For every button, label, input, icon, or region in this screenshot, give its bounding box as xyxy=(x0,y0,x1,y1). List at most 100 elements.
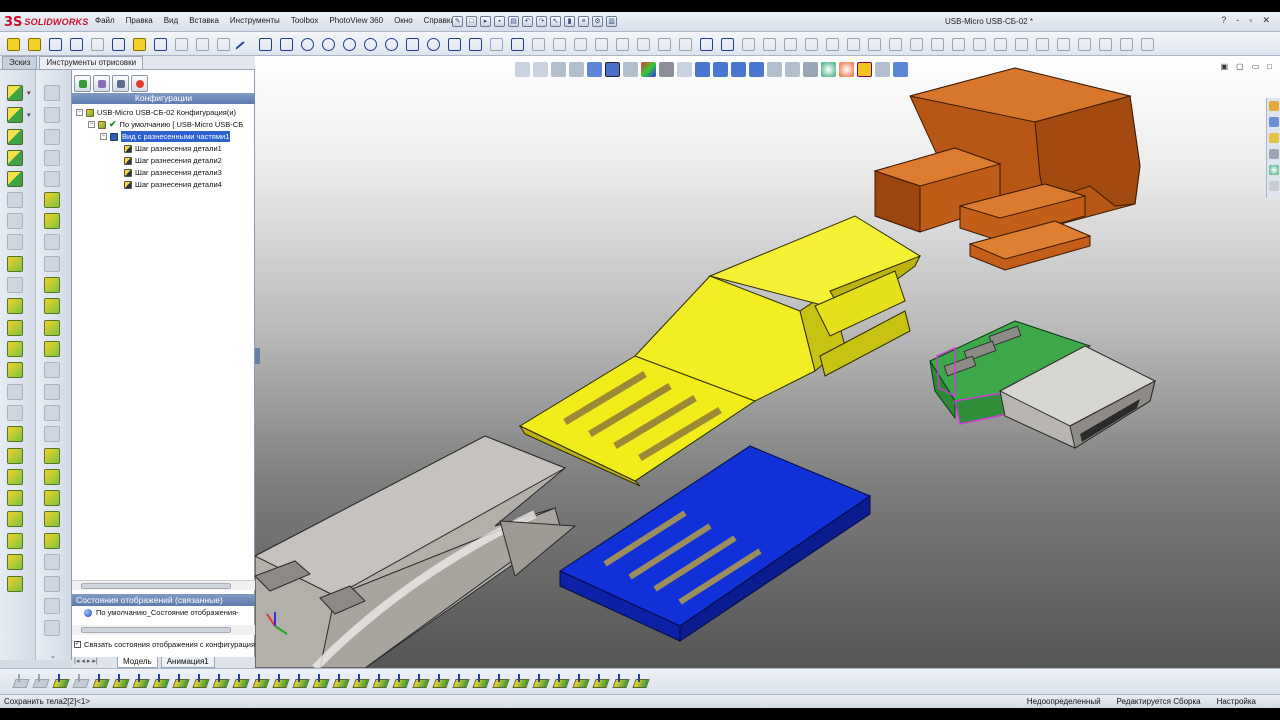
display-state-item[interactable]: По умолчанию_Состояние отображения- xyxy=(84,608,239,617)
intersection-curve-icon[interactable] xyxy=(592,35,609,52)
collapse-icon[interactable]: − xyxy=(76,109,83,116)
maximize-button[interactable]: ▫ xyxy=(1249,15,1252,26)
circular-pattern-icon[interactable] xyxy=(739,35,756,52)
ellipse-icon[interactable] xyxy=(382,35,399,52)
extruded-boss-icon[interactable] xyxy=(44,85,60,101)
pin-icon[interactable]: ✎ xyxy=(452,16,463,27)
chevron-down-icon[interactable]: ▾ xyxy=(27,89,31,97)
link-display-states-option[interactable]: ✓ Связать состояния отображения с конфиг… xyxy=(74,640,255,649)
convert-entities-icon[interactable] xyxy=(571,35,588,52)
menu-window[interactable]: Окно xyxy=(394,16,413,25)
lofted-boss-icon[interactable] xyxy=(44,150,60,166)
tab-sketch[interactable]: Эскиз xyxy=(2,56,38,69)
section-properties-icon[interactable] xyxy=(7,490,23,506)
select-icon[interactable]: ↖ xyxy=(550,16,561,27)
last-tab-icon[interactable]: ▸| xyxy=(92,657,97,667)
curve-through-points-icon[interactable] xyxy=(949,35,966,52)
arc-icon[interactable] xyxy=(298,35,315,52)
filter-connection-points-icon[interactable] xyxy=(532,673,549,690)
filter-toggle-icon[interactable] xyxy=(32,673,49,690)
tree-item-explode-step[interactable]: Шаг разнесения детали2 xyxy=(124,155,222,166)
filter-axes-icon[interactable] xyxy=(192,673,209,690)
helix-icon[interactable] xyxy=(970,35,987,52)
menu-insert[interactable]: Вставка xyxy=(189,16,219,25)
3d-sketch-icon[interactable] xyxy=(25,35,42,52)
coordinate-system-icon[interactable] xyxy=(44,598,60,614)
swept-cut-icon[interactable] xyxy=(44,234,60,250)
line-icon[interactable] xyxy=(235,35,252,52)
rectangle-icon[interactable] xyxy=(256,35,273,52)
hole-alignment-icon[interactable] xyxy=(7,426,23,442)
relations-icon[interactable] xyxy=(67,35,84,52)
clearance-verification-icon[interactable] xyxy=(7,405,23,421)
filter-midpoints-icon[interactable] xyxy=(272,673,289,690)
new-document-icon[interactable]: □ xyxy=(466,16,477,27)
hole-wizard-icon[interactable] xyxy=(44,192,60,208)
filter-sketch-points-icon[interactable] xyxy=(232,673,249,690)
sketch-picture-icon[interactable] xyxy=(823,35,840,52)
help-icon[interactable]: ? xyxy=(1221,15,1226,26)
scale-entities-icon[interactable] xyxy=(802,35,819,52)
first-tab-icon[interactable]: |◂ xyxy=(74,657,79,667)
filter-surface-bodies-icon[interactable] xyxy=(152,673,169,690)
filter-faces-icon[interactable] xyxy=(132,673,149,690)
filter-routing-points-icon[interactable] xyxy=(552,673,569,690)
smart-fasteners-icon[interactable] xyxy=(7,171,23,187)
move-entities-icon[interactable] xyxy=(760,35,777,52)
linear-pattern-feature-icon[interactable] xyxy=(44,298,60,314)
filter-datum-targets-icon[interactable] xyxy=(452,673,469,690)
solidworks-logo[interactable]: 3S SOLIDWORKS xyxy=(4,14,88,30)
move-component-icon[interactable] xyxy=(7,192,23,208)
orange-housing-part[interactable] xyxy=(873,67,1141,271)
filter-dowel-pin-icon[interactable] xyxy=(512,673,529,690)
print-icon[interactable]: ▤ xyxy=(508,16,519,27)
insert-components-icon[interactable] xyxy=(7,85,23,101)
polygon-icon[interactable] xyxy=(340,35,357,52)
selection-filter-icon[interactable] xyxy=(52,673,69,690)
tree-item-explode-step[interactable]: Шаг разнесения детали4 xyxy=(124,179,222,190)
link-display-states-checkbox[interactable]: ✓ xyxy=(74,641,81,648)
yellow-housing-part[interactable] xyxy=(518,215,922,487)
wrap-icon[interactable] xyxy=(44,384,60,400)
performance-evaluation-icon[interactable] xyxy=(7,533,23,549)
filter-vertices-icon[interactable] xyxy=(92,673,109,690)
spline-icon[interactable] xyxy=(424,35,441,52)
composite-curve-icon[interactable] xyxy=(44,533,60,549)
mirror-entities-icon[interactable] xyxy=(697,35,714,52)
explode-line-sketch-icon[interactable] xyxy=(7,362,23,378)
filter-datum-features-icon[interactable] xyxy=(412,673,429,690)
filter-dimensions-icon[interactable] xyxy=(332,673,349,690)
swept-boss-icon[interactable] xyxy=(44,129,60,145)
filter-icon[interactable] xyxy=(12,673,29,690)
shell-icon[interactable] xyxy=(44,362,60,378)
modify-sketch-icon[interactable] xyxy=(844,35,861,52)
filter-centerline-icon[interactable] xyxy=(312,673,329,690)
projected-curve-icon[interactable] xyxy=(44,511,60,527)
display-manager-tab-icon[interactable] xyxy=(131,75,148,92)
minimize-button[interactable]: - xyxy=(1236,15,1239,26)
customize-icon[interactable] xyxy=(1138,35,1155,52)
filter-geometric-tolerances-icon[interactable] xyxy=(372,673,389,690)
new-motion-study-icon[interactable] xyxy=(7,298,23,314)
shaded-sketch-icon[interactable] xyxy=(172,35,189,52)
fillet-feature-icon[interactable] xyxy=(44,277,60,293)
metal-shell-part[interactable] xyxy=(255,435,577,668)
split-line-icon[interactable] xyxy=(44,490,60,506)
curves-icon[interactable] xyxy=(44,448,60,464)
status-settings[interactable]: Настройка xyxy=(1211,697,1256,706)
block-icon[interactable] xyxy=(928,35,945,52)
mirror-feature-icon[interactable] xyxy=(44,426,60,442)
extend-entities-icon[interactable] xyxy=(655,35,672,52)
tab-animation[interactable]: Анимация1 xyxy=(160,657,215,668)
reference-axis-icon[interactable] xyxy=(44,576,60,592)
prev-tab-icon[interactable]: ◂ xyxy=(81,657,85,667)
filter-balloons-icon[interactable] xyxy=(612,673,629,690)
tree-item-explode-step[interactable]: Шаг разнесения детали3 xyxy=(124,167,222,178)
open-icon[interactable]: ▸ xyxy=(480,16,491,27)
repair-sketch-icon[interactable] xyxy=(88,35,105,52)
filter-sketch-segments-icon[interactable] xyxy=(252,673,269,690)
micro-usb-connector-part[interactable] xyxy=(929,320,1157,449)
tab-markup-tools[interactable]: Инструменты отрисовки xyxy=(39,56,144,69)
interference-detection-icon[interactable] xyxy=(7,384,23,400)
chamfer-icon[interactable] xyxy=(529,35,546,52)
